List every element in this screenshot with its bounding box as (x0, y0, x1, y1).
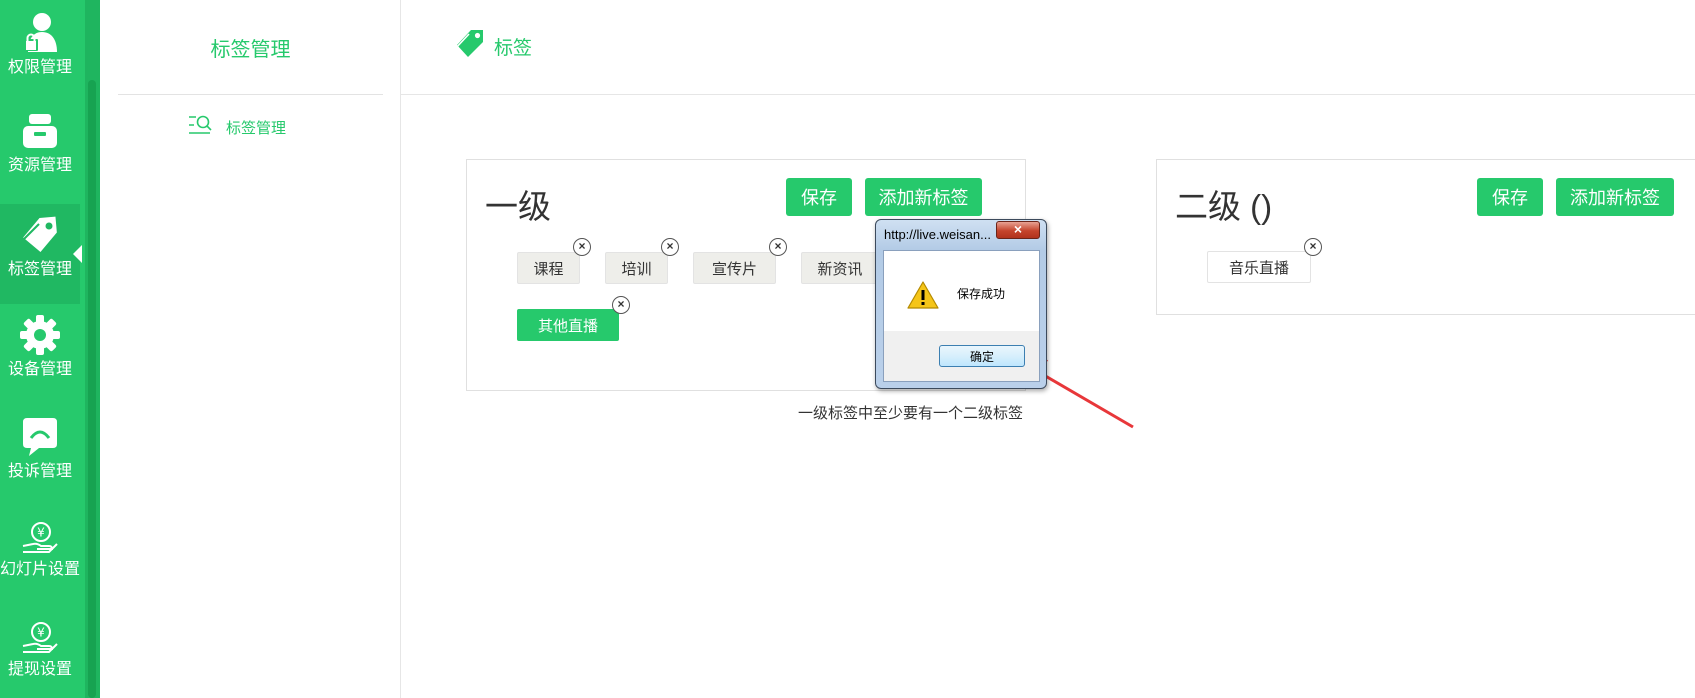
sidebar-item-label: 资源管理 (7, 157, 72, 174)
dialog-message-area: 保存成功 (884, 251, 1039, 331)
level2-panel: 二级 () 保存 添加新标签 音乐直播 × (1156, 159, 1695, 315)
level2-save-button[interactable]: 保存 (1477, 178, 1543, 216)
dialog-body: 保存成功 确定 (883, 250, 1040, 382)
warning-icon (907, 281, 939, 314)
tag-icon (454, 26, 494, 66)
sidebar-item-label: 标签管理 (7, 261, 72, 278)
breadcrumb: 标签 (454, 26, 532, 66)
tag-label: 音乐直播 (1228, 259, 1289, 277)
tag-chip[interactable]: 新资讯 (801, 252, 879, 284)
tag-chip[interactable]: 课程 (517, 252, 580, 284)
alert-dialog: http://live.weisan... × 保存成功 确定 (875, 219, 1047, 389)
sidebar-item-label: 设备管理 (7, 361, 72, 378)
svg-text:¥: ¥ (37, 526, 45, 540)
sidebar-item-label: 投诉管理 (7, 463, 72, 480)
sub-sidebar-item-label: 标签管理 (226, 119, 287, 137)
dialog-title: http://live.weisan... (884, 227, 991, 242)
sidebar-item-label: 提现设置 (7, 661, 72, 678)
content-header: 标签 (401, 0, 1695, 95)
hint-text: 一级标签中至少要有一个二级标签 (798, 405, 1024, 422)
page-title: 标签 (494, 37, 533, 59)
level2-title: 二级 () (1175, 188, 1273, 225)
sidebar-item-label: 权限管理 (7, 59, 72, 76)
sidebar-item-tags[interactable]: 标签管理 (0, 204, 82, 304)
sidebar-item-withdraw[interactable]: ¥ 提现设置 (0, 620, 80, 698)
dialog-ok-button[interactable]: 确定 (939, 345, 1025, 367)
main-sidebar: 权限管理 资源管理 标签管理 设备管理 投诉管理 ¥ 幻灯片设置 ¥ 提现设置 (0, 0, 100, 698)
yen-hand-icon: ¥ (19, 620, 61, 656)
level2-add-tag-button[interactable]: 添加新标签 (1556, 178, 1674, 216)
sidebar-item-complaints[interactable]: 投诉管理 (0, 416, 80, 494)
chat-icon (19, 416, 61, 458)
tag-chip[interactable]: 培训 (605, 252, 668, 284)
tag-label: 其他直播 (537, 317, 598, 335)
tag-chip[interactable]: 宣传片 (693, 252, 776, 284)
level1-title: 一级 (485, 188, 551, 225)
tag-label: 课程 (533, 260, 564, 278)
list-search-icon (188, 114, 226, 140)
remove-tag-icon[interactable]: × (1304, 238, 1322, 256)
sub-sidebar: 标签管理 标签管理 (100, 0, 401, 698)
yen-hand-icon: ¥ (19, 520, 61, 556)
tag-icon (19, 214, 61, 256)
dialog-close-button[interactable]: × (996, 221, 1040, 239)
dialog-footer: 确定 (884, 331, 1039, 381)
sidebar-item-resources[interactable]: 资源管理 (0, 112, 80, 190)
level1-add-tag-button[interactable]: 添加新标签 (865, 178, 982, 216)
inbox-icon (20, 112, 60, 152)
sub-sidebar-title: 标签管理 (118, 0, 383, 95)
tag-chip[interactable]: 音乐直播 (1207, 251, 1311, 283)
sidebar-item-slides[interactable]: ¥ 幻灯片设置 (0, 520, 80, 610)
level1-save-button[interactable]: 保存 (786, 178, 852, 216)
remove-tag-icon[interactable]: × (769, 238, 787, 256)
sub-sidebar-item-tag-management[interactable]: 标签管理 (188, 114, 286, 140)
active-indicator (73, 245, 82, 263)
sidebar-item-label: 幻灯片设置 (0, 561, 81, 578)
svg-text:¥: ¥ (37, 626, 45, 640)
tag-label: 宣传片 (711, 260, 757, 278)
gear-icon (19, 314, 61, 356)
remove-tag-icon[interactable]: × (573, 238, 591, 256)
tag-label: 培训 (621, 260, 652, 278)
sidebar-item-devices[interactable]: 设备管理 (0, 314, 80, 392)
dialog-message: 保存成功 (957, 287, 1006, 301)
remove-tag-icon[interactable]: × (612, 296, 630, 314)
remove-tag-icon[interactable]: × (661, 238, 679, 256)
sidebar-item-permissions[interactable]: 权限管理 (0, 12, 80, 88)
tag-label: 新资讯 (817, 260, 863, 278)
user-lock-icon (20, 12, 60, 54)
tag-chip-selected[interactable]: 其他直播 (517, 309, 619, 341)
sidebar-scrollbar-thumb[interactable] (88, 80, 96, 698)
